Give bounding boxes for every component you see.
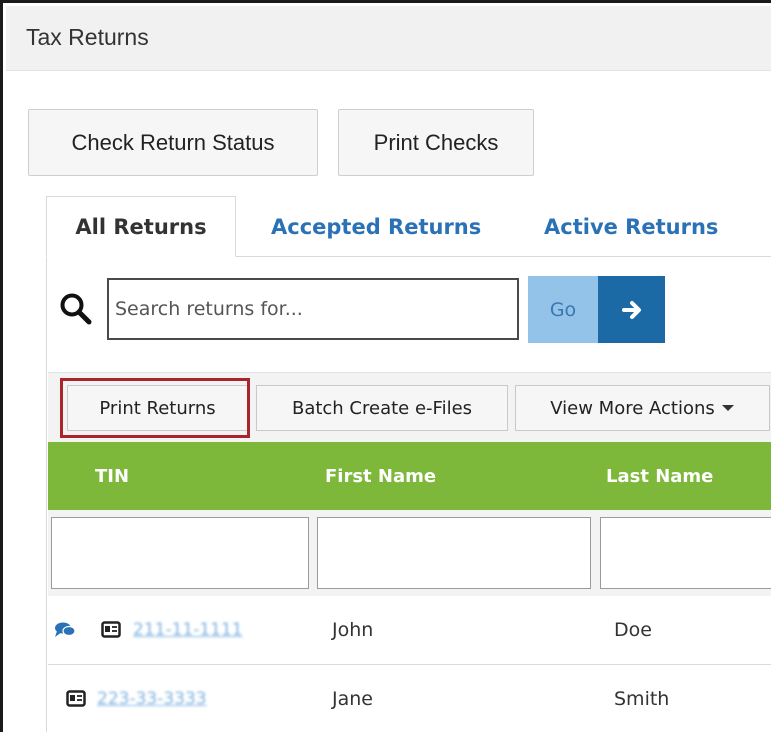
- search-submit-button[interactable]: [598, 276, 665, 343]
- tin-link[interactable]: 223-33-3333: [97, 689, 207, 709]
- caret-down-icon: [721, 405, 734, 411]
- last-name-cell: Doe: [614, 619, 652, 641]
- batch-create-efiles-button[interactable]: Batch Create e-Files: [256, 385, 508, 431]
- search-icon: [60, 293, 92, 325]
- column-header-last-name[interactable]: Last Name: [606, 466, 713, 487]
- first-name-cell: John: [332, 619, 374, 641]
- go-button[interactable]: Go: [528, 276, 598, 343]
- column-header-first-name[interactable]: First Name: [325, 466, 436, 487]
- page-title: Tax Returns: [26, 24, 149, 50]
- first-name-cell: Jane: [332, 688, 373, 710]
- last-name-cell: Smith: [614, 688, 670, 710]
- print-checks-button[interactable]: Print Checks: [338, 109, 534, 176]
- title-bar: Tax Returns: [6, 6, 771, 71]
- column-header-tin[interactable]: TIN: [95, 466, 129, 487]
- search-input[interactable]: [107, 278, 519, 340]
- print-returns-button[interactable]: Print Returns: [67, 385, 248, 431]
- app-window: Tax Returns Check Return Status Print Ch…: [0, 0, 771, 732]
- last-name-filter-input[interactable]: [600, 517, 771, 589]
- arrow-right-icon: [621, 300, 641, 319]
- first-name-filter-input[interactable]: [317, 517, 591, 589]
- tab-all-returns[interactable]: All Returns: [46, 196, 236, 257]
- tab-active-returns[interactable]: Active Returns: [544, 196, 718, 257]
- view-more-actions-label: View More Actions: [550, 397, 715, 419]
- id-card-icon[interactable]: [66, 690, 86, 707]
- view-more-actions-button[interactable]: View More Actions: [515, 385, 770, 431]
- tin-link[interactable]: 211-11-1111: [133, 620, 243, 640]
- check-return-status-button[interactable]: Check Return Status: [28, 109, 318, 176]
- tab-accepted-returns[interactable]: Accepted Returns: [271, 196, 481, 257]
- tin-filter-input[interactable]: [51, 517, 309, 589]
- id-card-icon[interactable]: [101, 621, 121, 638]
- comment-icon[interactable]: [54, 621, 76, 639]
